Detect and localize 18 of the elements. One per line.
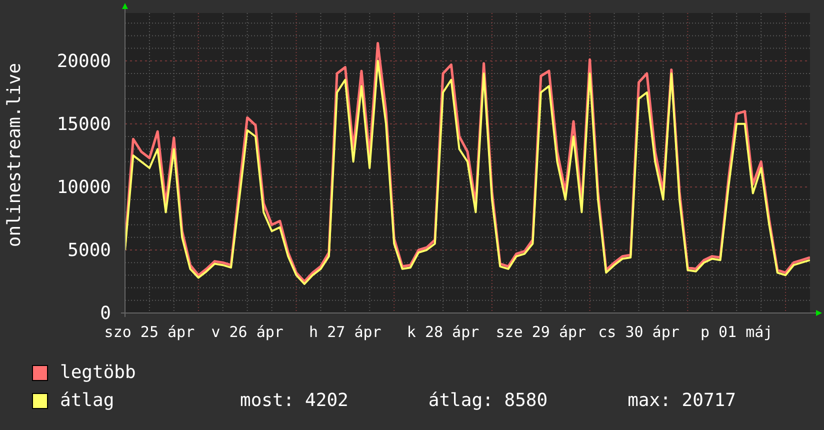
y-tick-label: 10000 [56,176,111,198]
legend-stat: átlag: 8580 [428,391,548,411]
x-tick-label: szo 25 ápr [104,323,195,341]
y-tick-label: 5000 [68,240,111,261]
y-tick-label: 0 [100,303,111,324]
legend-stat: most: 4202 [240,391,348,411]
legend-stat: max: 20717 [628,391,736,411]
y-axis-title: onlinestream.live [6,62,24,247]
x-tick-label: k 28 ápr [406,323,480,341]
x-tick-label: h 27 ápr [309,323,382,341]
x-tick-label: cs 30 ápr [598,323,680,341]
x-tick-label: p 01 máj [700,323,773,341]
legend-label: legtöbb [60,363,137,383]
y-tick-label: 20000 [56,50,111,72]
x-tick-label: sze 29 ápr [496,323,586,341]
x-tick-label: v 26 ápr [211,323,284,341]
legend-label: átlag [60,391,116,411]
y-tick-label: 15000 [56,114,111,135]
